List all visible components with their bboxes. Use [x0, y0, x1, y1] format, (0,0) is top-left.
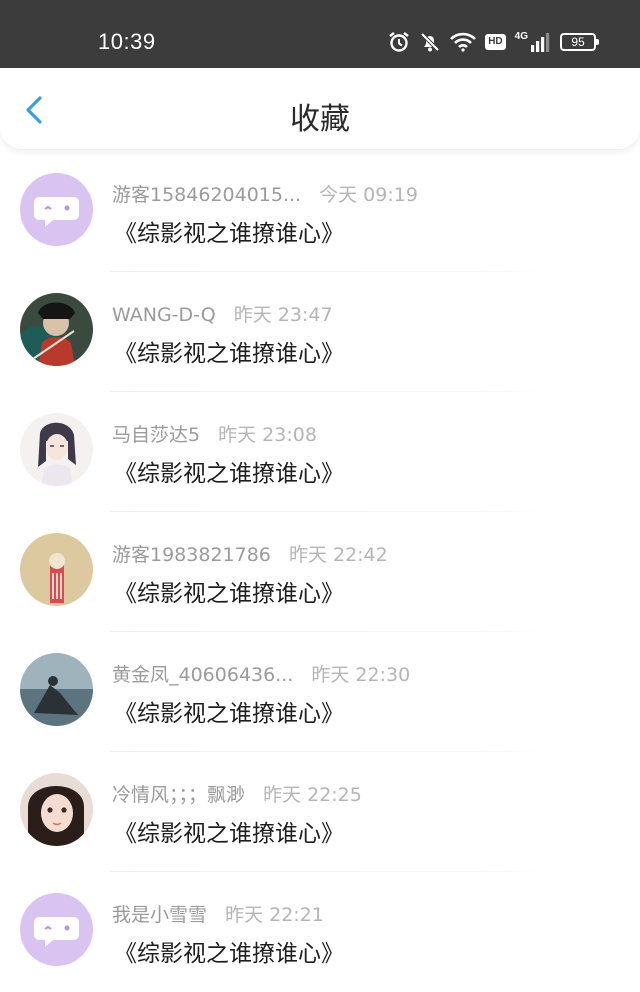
item-meta: 我是小雪雪 昨天 22:21 [112, 900, 324, 927]
timestamp: 昨天 22:25 [263, 784, 362, 806]
network-type: 4G [514, 31, 528, 42]
item-meta: 冷情风；；；飘渺 昨天 22:25 [112, 780, 362, 807]
username: WANG-D-Q [112, 304, 216, 326]
username: 马自莎达5 [112, 424, 201, 446]
favorite-item[interactable]: 我是小雪雪 昨天 22:21 《综影视之谁撩谁心》 [0, 872, 640, 992]
hd-icon: HD [485, 34, 506, 50]
book-title[interactable]: 《综影视之谁撩谁心》 [114, 934, 344, 968]
timestamp: 昨天 23:08 [218, 424, 317, 446]
book-title[interactable]: 《综影视之谁撩谁心》 [114, 574, 344, 608]
username: 游客15846204015... [112, 184, 302, 206]
item-meta: 马自莎达5 昨天 23:08 [112, 420, 317, 447]
user-avatar[interactable] [20, 773, 93, 846]
timestamp: 昨天 22:21 [225, 904, 324, 926]
book-title[interactable]: 《综影视之谁撩谁心》 [114, 814, 344, 848]
username: 冷情风；；；飘渺 [112, 784, 246, 806]
battery-icon: 95 [560, 33, 599, 51]
status-icons: HD 4G 95 [388, 30, 599, 54]
item-meta: WANG-D-Q 昨天 23:47 [112, 300, 333, 327]
page-title: 收藏 [290, 102, 350, 137]
status-time: 10:39 [98, 29, 156, 54]
username: 黄金凤_40606436... [112, 664, 294, 686]
app-header: 收藏 [0, 68, 640, 150]
user-avatar[interactable] [20, 413, 93, 486]
user-avatar[interactable] [20, 533, 93, 606]
book-title[interactable]: 《综影视之谁撩谁心》 [114, 694, 344, 728]
wifi-icon [450, 32, 477, 52]
timestamp: 今天 09:19 [319, 184, 418, 206]
book-title[interactable]: 《综影视之谁撩谁心》 [114, 334, 344, 368]
user-avatar[interactable] [20, 293, 93, 366]
book-title[interactable]: 《综影视之谁撩谁心》 [114, 454, 344, 488]
item-meta: 游客1983821786 昨天 22:42 [112, 540, 388, 567]
default-avatar-icon[interactable] [20, 893, 93, 966]
status-bar: 10:39 HD 4G 95 [0, 0, 640, 68]
item-meta: 黄金凤_40606436... 昨天 22:30 [112, 660, 410, 687]
username: 游客1983821786 [112, 544, 271, 566]
timestamp: 昨天 22:42 [288, 544, 388, 566]
favorite-item[interactable]: WANG-D-Q 昨天 23:47 《综影视之谁撩谁心》 [0, 272, 640, 392]
book-title[interactable]: 《综影视之谁撩谁心》 [114, 214, 344, 248]
timestamp: 昨天 22:30 [311, 664, 411, 686]
default-avatar-icon[interactable] [20, 173, 93, 246]
favorite-item[interactable]: 游客1983821786 昨天 22:42 《综影视之谁撩谁心》 [0, 512, 640, 632]
favorite-item[interactable]: 冷情风；；；飘渺 昨天 22:25 《综影视之谁撩谁心》 [0, 752, 640, 872]
favorites-list: 游客15846204015... 今天 09:19 《综影视之谁撩谁心》 WAN… [0, 152, 640, 992]
favorite-item[interactable]: 游客15846204015... 今天 09:19 《综影视之谁撩谁心》 [0, 152, 640, 272]
signal-icon [531, 32, 551, 52]
timestamp: 昨天 23:47 [233, 304, 333, 326]
favorite-item[interactable]: 马自莎达5 昨天 23:08 《综影视之谁撩谁心》 [0, 392, 640, 512]
item-meta: 游客15846204015... 今天 09:19 [112, 180, 418, 207]
user-avatar[interactable] [20, 653, 93, 726]
alarm-icon [388, 31, 410, 53]
bell-muted-icon [419, 31, 441, 53]
favorite-item[interactable]: 黄金凤_40606436... 昨天 22:30 《综影视之谁撩谁心》 [0, 632, 640, 752]
username: 我是小雪雪 [112, 904, 208, 926]
